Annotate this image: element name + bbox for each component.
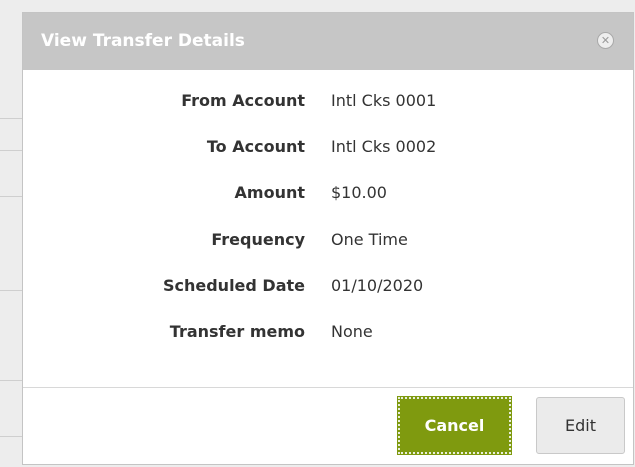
dialog-title: View Transfer Details — [41, 31, 245, 51]
detail-label: Amount — [234, 183, 305, 202]
detail-row-transfer-memo: Transfer memo None — [23, 322, 633, 352]
detail-value: 01/10/2020 — [331, 276, 424, 295]
detail-row-to-account: To Account Intl Cks 0002 — [23, 137, 633, 167]
detail-value: None — [331, 322, 373, 341]
detail-label: To Account — [206, 137, 305, 156]
detail-value: Intl Cks 0002 — [331, 137, 437, 156]
background-divider — [0, 196, 22, 197]
detail-row-amount: Amount $10.00 — [23, 183, 633, 213]
detail-value: One Time — [331, 230, 408, 249]
background-divider — [0, 118, 22, 119]
close-icon[interactable]: ✕ — [597, 32, 614, 49]
detail-label: Scheduled Date — [162, 276, 305, 295]
cancel-button[interactable]: Cancel — [397, 396, 512, 455]
transfer-details-dialog: View Transfer Details ✕ From Account Int… — [22, 12, 634, 465]
detail-row-from-account: From Account Intl Cks 0001 — [23, 91, 633, 121]
background-divider — [0, 436, 22, 437]
dialog-header: View Transfer Details ✕ — [23, 13, 633, 70]
background-divider — [0, 150, 22, 151]
detail-label: Frequency — [211, 230, 305, 249]
background-divider — [0, 380, 22, 381]
detail-value: $10.00 — [331, 183, 387, 202]
edit-button[interactable]: Edit — [536, 397, 625, 454]
detail-label: From Account — [181, 91, 305, 110]
background-divider — [0, 290, 22, 291]
dialog-footer-divider — [23, 387, 633, 388]
detail-value: Intl Cks 0001 — [331, 91, 437, 110]
detail-row-frequency: Frequency One Time — [23, 230, 633, 260]
detail-label: Transfer memo — [169, 322, 305, 341]
detail-row-scheduled-date: Scheduled Date 01/10/2020 — [23, 276, 633, 306]
